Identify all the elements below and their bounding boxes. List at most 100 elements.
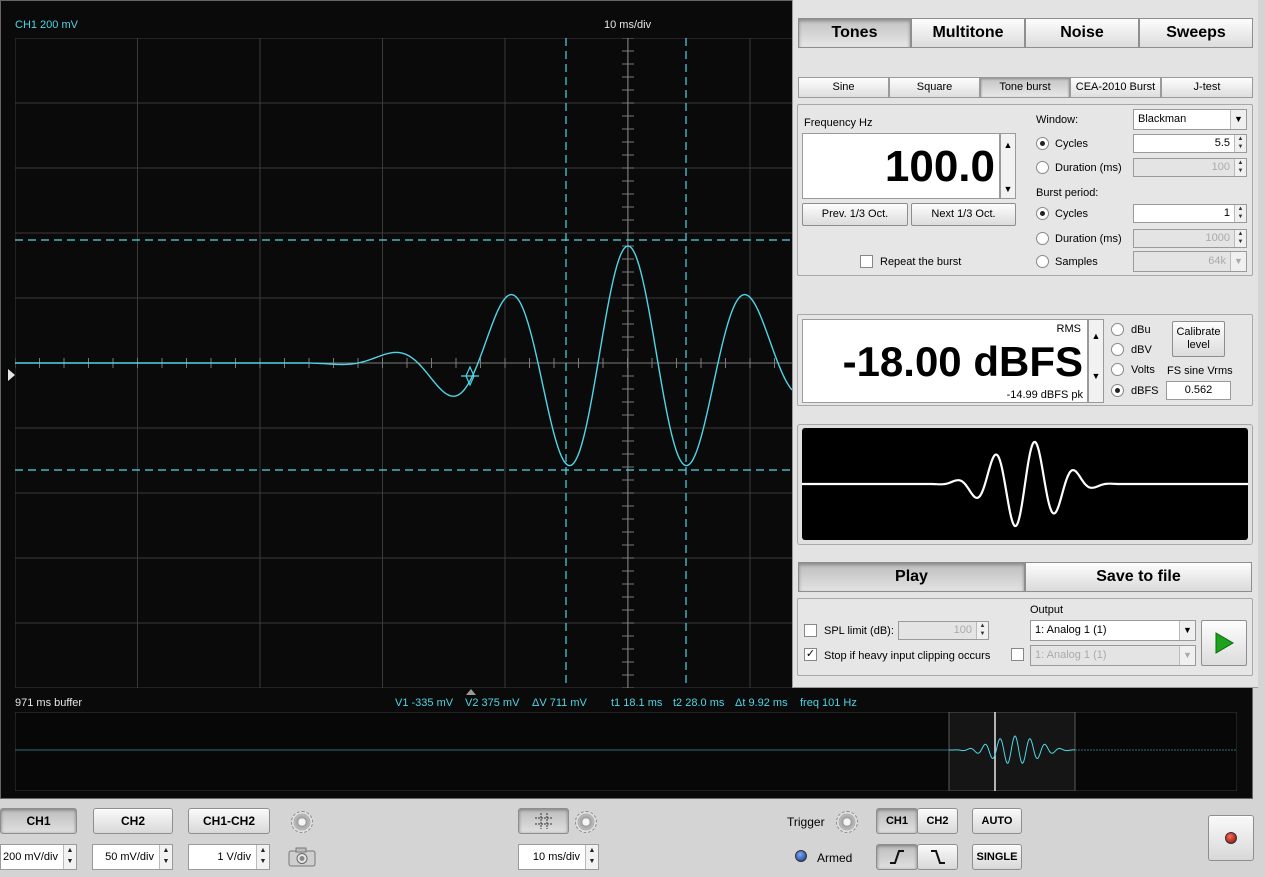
math-scale-stepper[interactable]: 1 V/div ▲ ▼ xyxy=(188,844,270,870)
burst-cycles-field[interactable]: 1 ▲ ▼ xyxy=(1133,204,1247,223)
meas-dv: ΔV 711 mV xyxy=(532,697,587,709)
output-label: Output xyxy=(1030,604,1064,616)
prev-third-octave-button[interactable]: Prev. 1/3 Oct. xyxy=(802,203,908,226)
ch2-button[interactable]: CH2 xyxy=(93,808,173,834)
unit-dbu-label: dBu xyxy=(1131,324,1151,336)
subtab-square[interactable]: Square xyxy=(889,77,980,98)
timebase-stepper[interactable]: 10 ms/div ▲ ▼ xyxy=(518,844,599,870)
buffer-view-window[interactable] xyxy=(948,712,1076,791)
cycles-field[interactable]: 5.5 ▲ ▼ xyxy=(1133,134,1247,153)
frequency-display[interactable]: 100.0 xyxy=(802,133,1000,199)
tab-sweeps[interactable]: Sweeps xyxy=(1139,18,1253,48)
falling-edge-icon xyxy=(930,850,945,864)
unit-dbv-radio[interactable] xyxy=(1111,343,1124,356)
buffer-overview[interactable] xyxy=(15,712,1237,791)
unit-dbfs-label: dBFS xyxy=(1131,385,1159,397)
waveform-preview xyxy=(802,428,1248,540)
record-button[interactable] xyxy=(1208,815,1254,861)
subtab-tone-burst[interactable]: Tone burst xyxy=(980,77,1070,98)
window-select[interactable]: Blackman ▼ xyxy=(1133,109,1247,130)
burst-duration-stepper-icon: ▲ ▼ xyxy=(1234,230,1246,247)
unit-dbu-radio[interactable] xyxy=(1111,323,1124,336)
next-third-octave-button[interactable]: Next 1/3 Oct. xyxy=(911,203,1016,226)
stop-clipping-checkbox[interactable]: ✓ xyxy=(804,648,817,661)
burst-duration-value: 1000 xyxy=(1205,232,1230,244)
save-to-file-button[interactable]: Save to file xyxy=(1025,562,1252,592)
auto-button[interactable]: AUTO xyxy=(972,808,1022,834)
duration-radio[interactable] xyxy=(1036,161,1049,174)
timebase-arrows-icon[interactable]: ▲ ▼ xyxy=(585,845,598,869)
generator-play-button[interactable] xyxy=(1201,620,1247,666)
frequency-stepper-icon[interactable]: ▲ ▼ xyxy=(1000,133,1016,199)
ch1-button[interactable]: CH1 xyxy=(0,808,77,834)
ch1-scale-stepper[interactable]: 200 mV/div ▲ ▼ xyxy=(0,844,77,870)
spl-limit-label: SPL limit (dB): xyxy=(824,625,894,637)
meas-v1: V1 -335 mV xyxy=(395,697,454,709)
burst-duration-radio[interactable] xyxy=(1036,232,1049,245)
tab-multitone[interactable]: Multitone xyxy=(911,18,1025,48)
trigger-settings-gear-icon[interactable] xyxy=(836,811,858,833)
level-display[interactable]: RMS -18.00 dBFS -14.99 dBFS pk xyxy=(802,319,1088,403)
tab-noise[interactable]: Noise xyxy=(1025,18,1139,48)
trigger-position-marker-icon[interactable] xyxy=(465,688,477,696)
trigger-marker-icon[interactable] xyxy=(461,365,479,387)
tab-tones[interactable]: Tones xyxy=(798,18,911,48)
repeat-burst-label: Repeat the burst xyxy=(880,256,962,268)
ch2-scale-value: 50 mV/div xyxy=(105,851,154,863)
repeat-burst-checkbox[interactable] xyxy=(860,255,873,268)
math-scale-arrows-icon[interactable]: ▲ ▼ xyxy=(256,845,269,869)
burst-cycles-stepper-icon[interactable]: ▲ ▼ xyxy=(1234,205,1246,222)
camera-icon[interactable] xyxy=(287,846,317,868)
samples-label: Samples xyxy=(1055,256,1098,268)
meas-t1: t1 18.1 ms xyxy=(611,697,663,709)
output-select-1-value: 1: Analog 1 (1) xyxy=(1035,624,1107,636)
samples-radio[interactable] xyxy=(1036,255,1049,268)
spl-limit-checkbox[interactable] xyxy=(804,624,817,637)
rising-edge-button[interactable] xyxy=(876,844,918,870)
subtab-j-test[interactable]: J-test xyxy=(1161,77,1253,98)
trigger-ch2-button[interactable]: CH2 xyxy=(917,808,958,834)
burst-cycles-radio[interactable] xyxy=(1036,207,1049,220)
unit-dbv-label: dBV xyxy=(1131,344,1152,356)
frequency-value: 100.0 xyxy=(884,142,995,191)
timebase-settings-gear-icon[interactable] xyxy=(575,811,597,833)
chevron-down-icon: ▼ xyxy=(1179,621,1195,640)
ch1-minus-ch2-button[interactable]: CH1-CH2 xyxy=(188,808,270,834)
output-2-checkbox[interactable] xyxy=(1011,648,1024,661)
level-stepper-icon[interactable]: ▲ ▼ xyxy=(1088,319,1104,403)
scope-graticule[interactable] xyxy=(15,38,792,688)
trigger-level-arrow-icon[interactable] xyxy=(7,368,17,382)
single-button[interactable]: SINGLE xyxy=(972,844,1022,870)
calibrate-level-button[interactable]: Calibrate level xyxy=(1172,321,1225,357)
channel-settings-gear-icon[interactable] xyxy=(291,811,313,833)
subtab-sine[interactable]: Sine xyxy=(798,77,889,98)
cursors-button[interactable] xyxy=(518,808,569,834)
duration-field: 100 ▲ ▼ xyxy=(1133,158,1247,177)
ch1-scale-arrows-icon[interactable]: ▲ ▼ xyxy=(63,845,76,869)
rms-label: RMS xyxy=(1056,323,1081,335)
play-button[interactable]: Play xyxy=(798,562,1025,592)
timebase-value: 10 ms/div xyxy=(532,851,580,863)
cycles-stepper-icon[interactable]: ▲ ▼ xyxy=(1234,135,1246,152)
peak-level-value: -14.99 dBFS pk xyxy=(1006,389,1083,401)
trigger-ch1-button[interactable]: CH1 xyxy=(876,808,918,834)
fs-sine-label: FS sine Vrms xyxy=(1167,365,1233,377)
cycles-radio[interactable] xyxy=(1036,137,1049,150)
ch2-scale-stepper[interactable]: 50 mV/div ▲ ▼ xyxy=(92,844,173,870)
meas-freq: freq 101 Hz xyxy=(800,697,857,709)
window-select-value: Blackman xyxy=(1138,113,1187,125)
buffer-length-label: 971 ms buffer xyxy=(15,697,83,709)
unit-volts-radio[interactable] xyxy=(1111,363,1124,376)
samples-select-value: 64k xyxy=(1208,255,1226,267)
chevron-down-icon: ▼ xyxy=(1230,110,1246,129)
unit-dbfs-radio[interactable] xyxy=(1111,384,1124,397)
level-value: -18.00 dBFS xyxy=(842,338,1083,385)
falling-edge-button[interactable] xyxy=(917,844,958,870)
output-select-1[interactable]: 1: Analog 1 (1) ▼ xyxy=(1030,620,1196,641)
subtab-cea-2010-burst[interactable]: CEA-2010 Burst xyxy=(1070,77,1161,98)
ch2-scale-arrows-icon[interactable]: ▲ ▼ xyxy=(159,845,172,869)
trigger-label: Trigger xyxy=(787,815,825,829)
ch1-scale-value: 200 mV/div xyxy=(2,851,58,863)
meas-v2: V2 375 mV xyxy=(465,697,520,709)
fs-sine-field[interactable]: 0.562 xyxy=(1166,381,1231,400)
